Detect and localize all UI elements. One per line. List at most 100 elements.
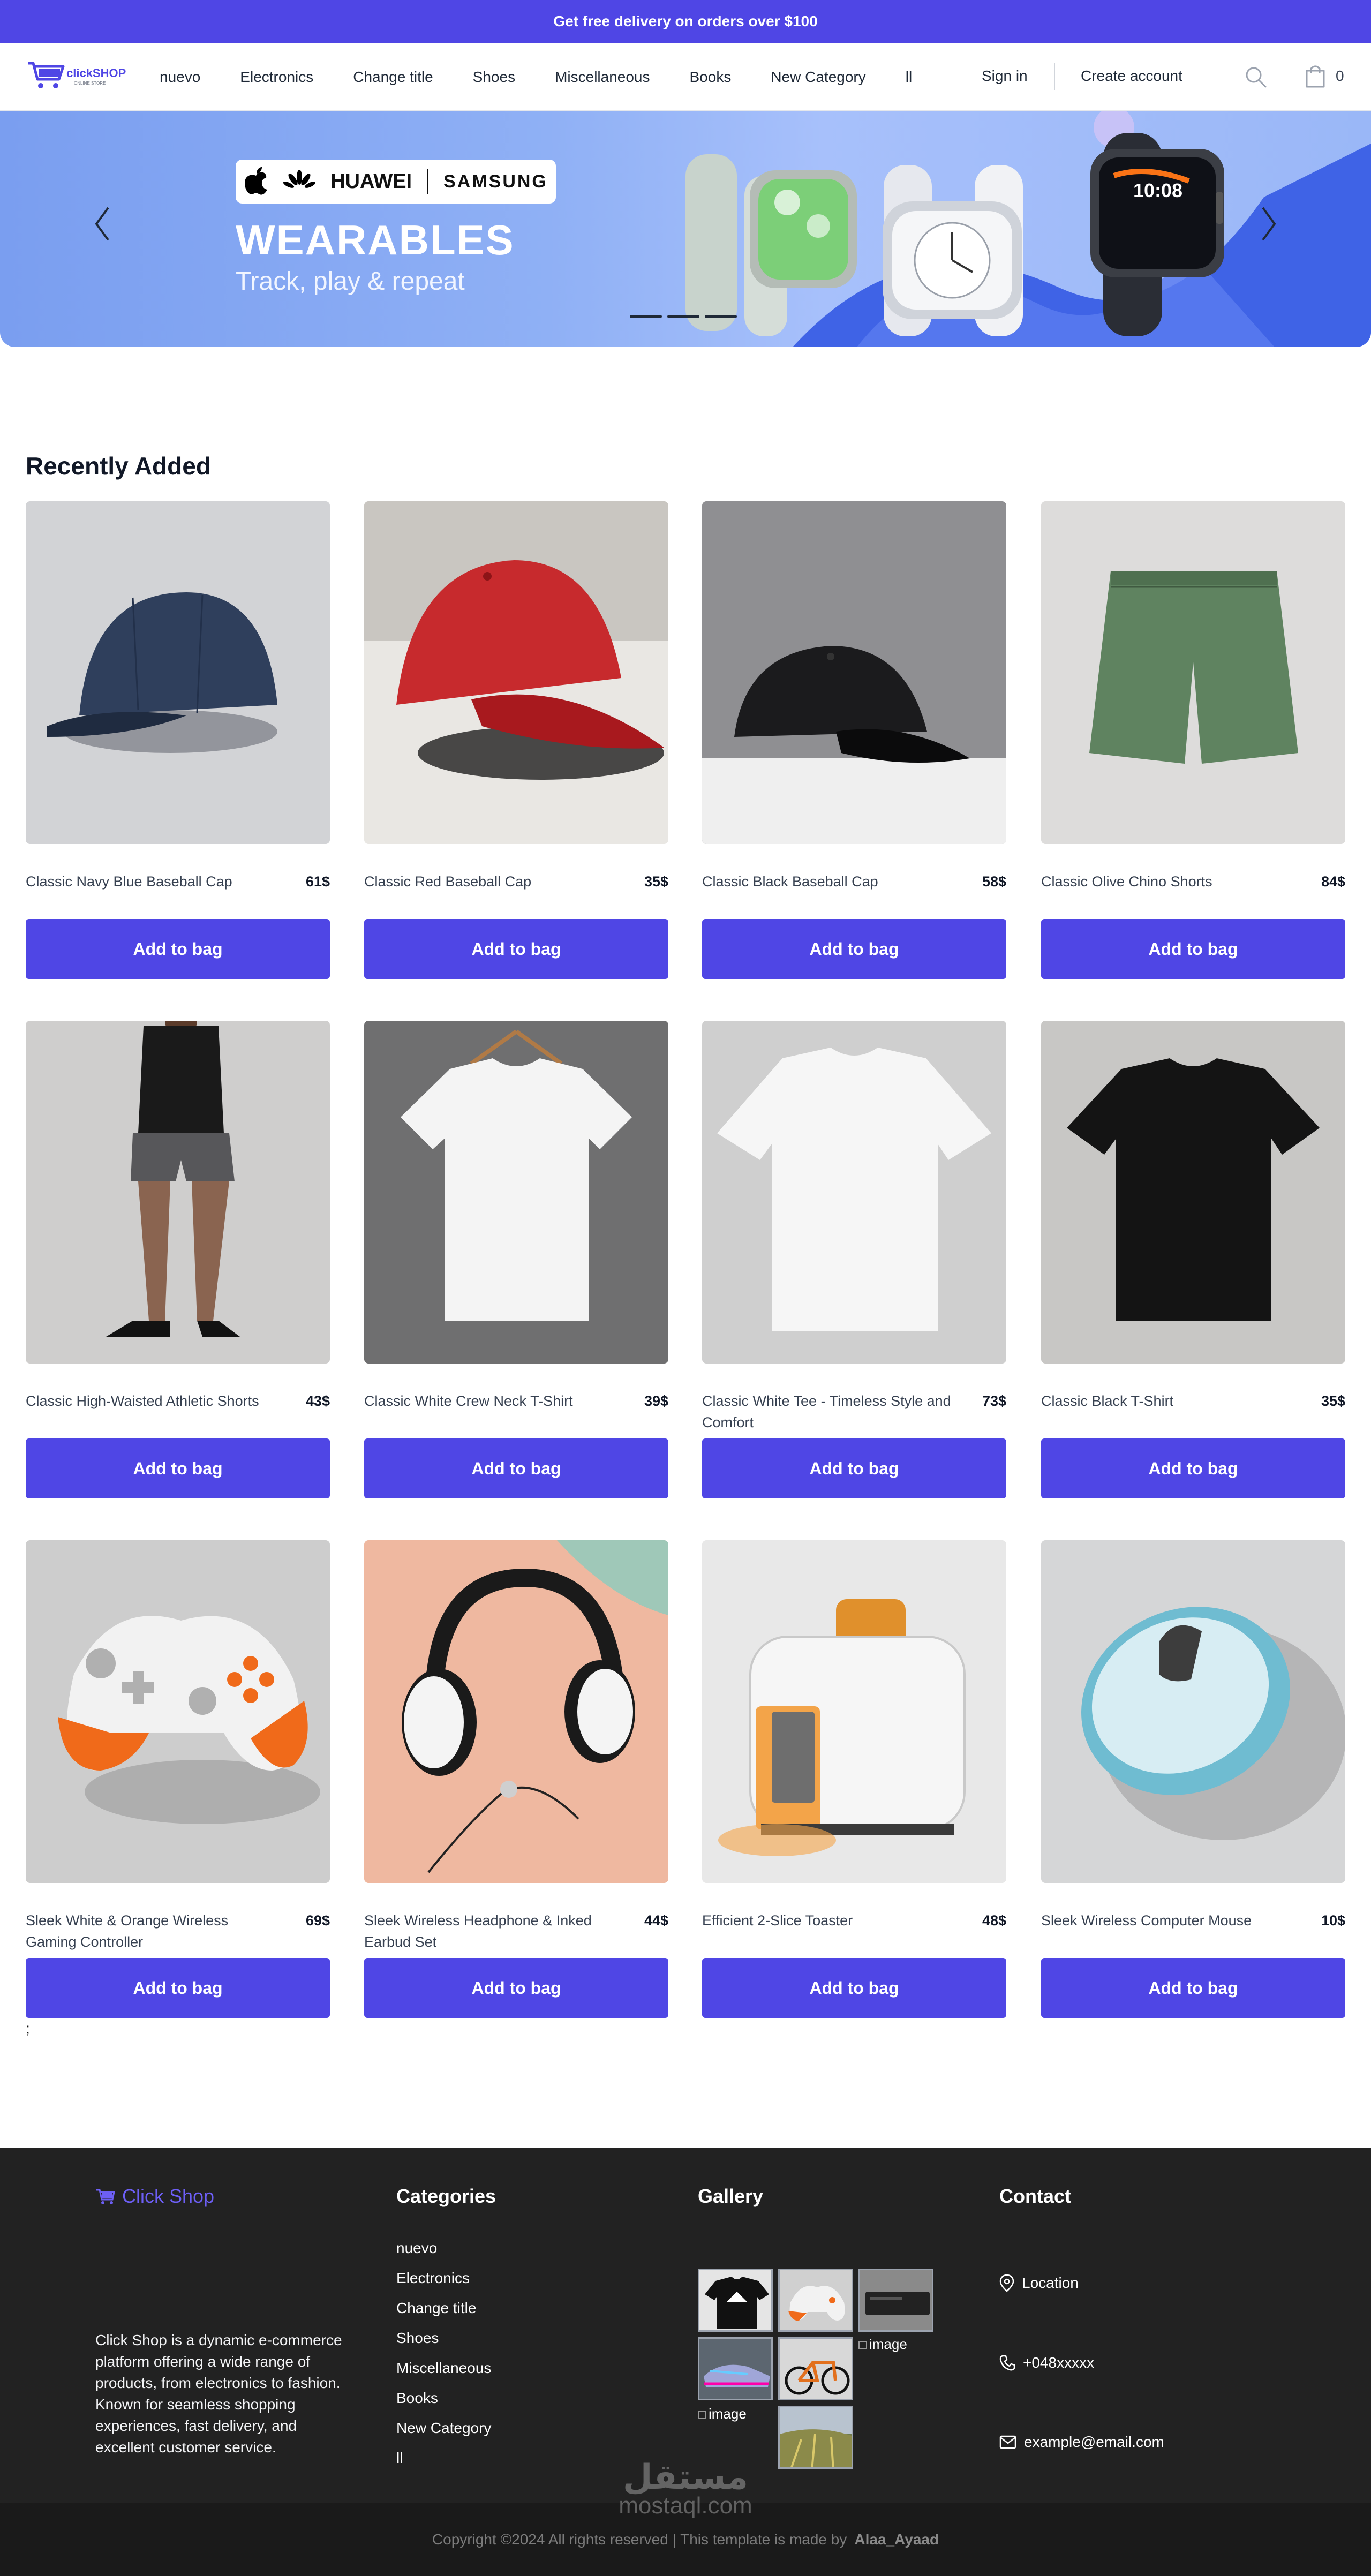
product-price: 58$ [982, 873, 1006, 890]
footer-category-link[interactable]: Books [396, 2383, 491, 2413]
broken-image-icon [858, 2341, 867, 2350]
product-image[interactable] [364, 501, 668, 844]
shopping-bag-icon[interactable] [1304, 63, 1327, 89]
carousel-indicator-2[interactable] [667, 315, 699, 318]
hero-carousel: 10:08 HUAWEI SAMSUNG WEARABLES Track, pl… [0, 111, 1371, 347]
add-to-bag-button[interactable]: Add to bag [364, 1438, 668, 1498]
add-to-bag-button[interactable]: Add to bag [364, 1958, 668, 2018]
gallery-image-tshirt[interactable] [698, 2269, 773, 2332]
footer-category-link[interactable]: New Category [396, 2413, 491, 2443]
product-price: 43$ [305, 1393, 330, 1409]
product-name[interactable]: Classic Olive Chino Shorts [1041, 871, 1298, 892]
gallery-image-alt: image [709, 2406, 747, 2422]
nav-item-nuevo[interactable]: nuevo [160, 69, 200, 86]
sign-in-link[interactable]: Sign in [982, 67, 1028, 85]
product-name[interactable]: Classic Black T-Shirt [1041, 1390, 1298, 1412]
carousel-indicator-3[interactable] [705, 315, 737, 318]
product-image-headphones [364, 1540, 668, 1883]
product-name[interactable]: Sleek Wireless Headphone & Inked Earbud … [364, 1910, 621, 1953]
product-image[interactable] [702, 1540, 1006, 1883]
product-name[interactable]: Classic Navy Blue Baseball Cap [26, 871, 283, 892]
product-image-athletic-shorts [26, 1021, 330, 1364]
location-pin-icon [999, 2274, 1014, 2292]
add-to-bag-button[interactable]: Add to bag [26, 1438, 330, 1498]
add-to-bag-button[interactable]: Add to bag [26, 919, 330, 979]
product-image[interactable] [364, 1021, 668, 1364]
product-name[interactable]: Classic White Crew Neck T-Shirt [364, 1390, 621, 1412]
gallery-image-shoes[interactable] [698, 2337, 773, 2400]
nav-item-shoes[interactable]: Shoes [473, 69, 515, 86]
create-account-link[interactable]: Create account [1081, 67, 1182, 85]
add-to-bag-button[interactable]: Add to bag [1041, 1958, 1345, 2018]
footer-category-link[interactable]: Miscellaneous [396, 2353, 491, 2383]
product-image-navy-cap [26, 501, 330, 844]
gallery-image-console[interactable] [858, 2269, 933, 2332]
product-price: 35$ [1321, 1393, 1345, 1409]
add-to-bag-button[interactable]: Add to bag [26, 1958, 330, 2018]
gallery-image-controller[interactable] [778, 2269, 853, 2332]
product-image[interactable] [26, 1540, 330, 1883]
section-title-recently-added: Recently Added [26, 452, 211, 480]
carousel-prev-chevron-icon[interactable] [91, 202, 112, 245]
gallery-thumb-outdoor [780, 2407, 852, 2467]
product-name[interactable]: Efficient 2-Slice Toaster [702, 1910, 959, 1931]
footer-category-link[interactable]: Electronics [396, 2263, 491, 2293]
nav-item-books[interactable]: Books [690, 69, 732, 86]
product-image[interactable] [26, 1021, 330, 1364]
contact-email[interactable]: example@email.com [999, 2434, 1164, 2451]
product-image[interactable] [702, 501, 1006, 844]
contact-phone[interactable]: +048xxxxx [999, 2354, 1094, 2371]
product-name[interactable]: Sleek Wireless Computer Mouse [1041, 1910, 1298, 1931]
nav-divider [1054, 63, 1055, 90]
add-to-bag-button[interactable]: Add to bag [364, 919, 668, 979]
product-price: 61$ [305, 873, 330, 890]
product-price: 69$ [305, 1912, 330, 1929]
product-name[interactable]: Classic High-Waisted Athletic Shorts [26, 1390, 283, 1412]
gallery-image-bike[interactable] [778, 2337, 853, 2400]
product-name[interactable]: Classic Red Baseball Cap [364, 871, 621, 892]
add-to-bag-button[interactable]: Add to bag [702, 919, 1006, 979]
product-image[interactable] [1041, 1021, 1345, 1364]
phone-icon [999, 2355, 1015, 2371]
gallery-image-outdoor[interactable] [778, 2406, 853, 2469]
nav-item-new-category[interactable]: New Category [771, 69, 865, 86]
product-image[interactable] [364, 1540, 668, 1883]
samsung-brand-text: SAMSUNG [443, 171, 548, 192]
site-logo[interactable]: clickSHOP ONLINE STORE [26, 58, 133, 92]
footer-category-link[interactable]: Change title [396, 2293, 491, 2323]
product-name[interactable]: Classic White Tee - Timeless Style and C… [702, 1390, 959, 1433]
product-image[interactable] [26, 501, 330, 844]
announcement-text: Get free delivery on orders over $100 [553, 13, 818, 29]
search-icon[interactable] [1244, 65, 1268, 89]
add-to-bag-button[interactable]: Add to bag [1041, 1438, 1345, 1498]
footer-category-link[interactable]: Shoes [396, 2323, 491, 2353]
product-image[interactable] [1041, 501, 1345, 844]
add-to-bag-button[interactable]: Add to bag [1041, 919, 1345, 979]
product-name[interactable]: Classic Black Baseball Cap [702, 871, 959, 892]
carousel-indicator-1[interactable] [630, 315, 662, 318]
product-image-red-cap [364, 501, 668, 844]
nav-item-change-title[interactable]: Change title [353, 69, 433, 86]
contact-location[interactable]: Location [999, 2274, 1079, 2292]
nav-item-electronics[interactable]: Electronics [240, 69, 313, 86]
gallery-broken-image[interactable]: image [698, 2406, 747, 2422]
gallery-broken-image[interactable]: image [858, 2336, 907, 2353]
product-image-olive-shorts [1041, 501, 1345, 844]
product-image[interactable] [1041, 1540, 1345, 1883]
announcement-bar: Get free delivery on orders over $100 [0, 0, 1371, 43]
carousel-next-chevron-icon[interactable] [1259, 202, 1280, 245]
author-link[interactable]: Alaa_Ayaad [854, 2531, 939, 2548]
add-to-bag-button[interactable]: Add to bag [702, 1958, 1006, 2018]
footer-category-link[interactable]: ll [396, 2443, 491, 2473]
nav-item-miscellaneous[interactable]: Miscellaneous [555, 69, 650, 86]
product-price: 48$ [982, 1912, 1006, 1929]
product-name[interactable]: Sleek White & Orange Wireless Gaming Con… [26, 1910, 283, 1953]
product-image[interactable] [702, 1021, 1006, 1364]
footer-brand[interactable]: Click Shop [95, 2185, 214, 2208]
add-to-bag-button[interactable]: Add to bag [702, 1438, 1006, 1498]
footer-contact-title: Contact [999, 2185, 1071, 2207]
watch-time: 10:08 [1133, 179, 1182, 201]
footer-category-link[interactable]: nuevo [396, 2233, 491, 2263]
gallery-thumb-shoes [704, 2364, 770, 2387]
nav-item-ll[interactable]: ll [906, 69, 912, 86]
